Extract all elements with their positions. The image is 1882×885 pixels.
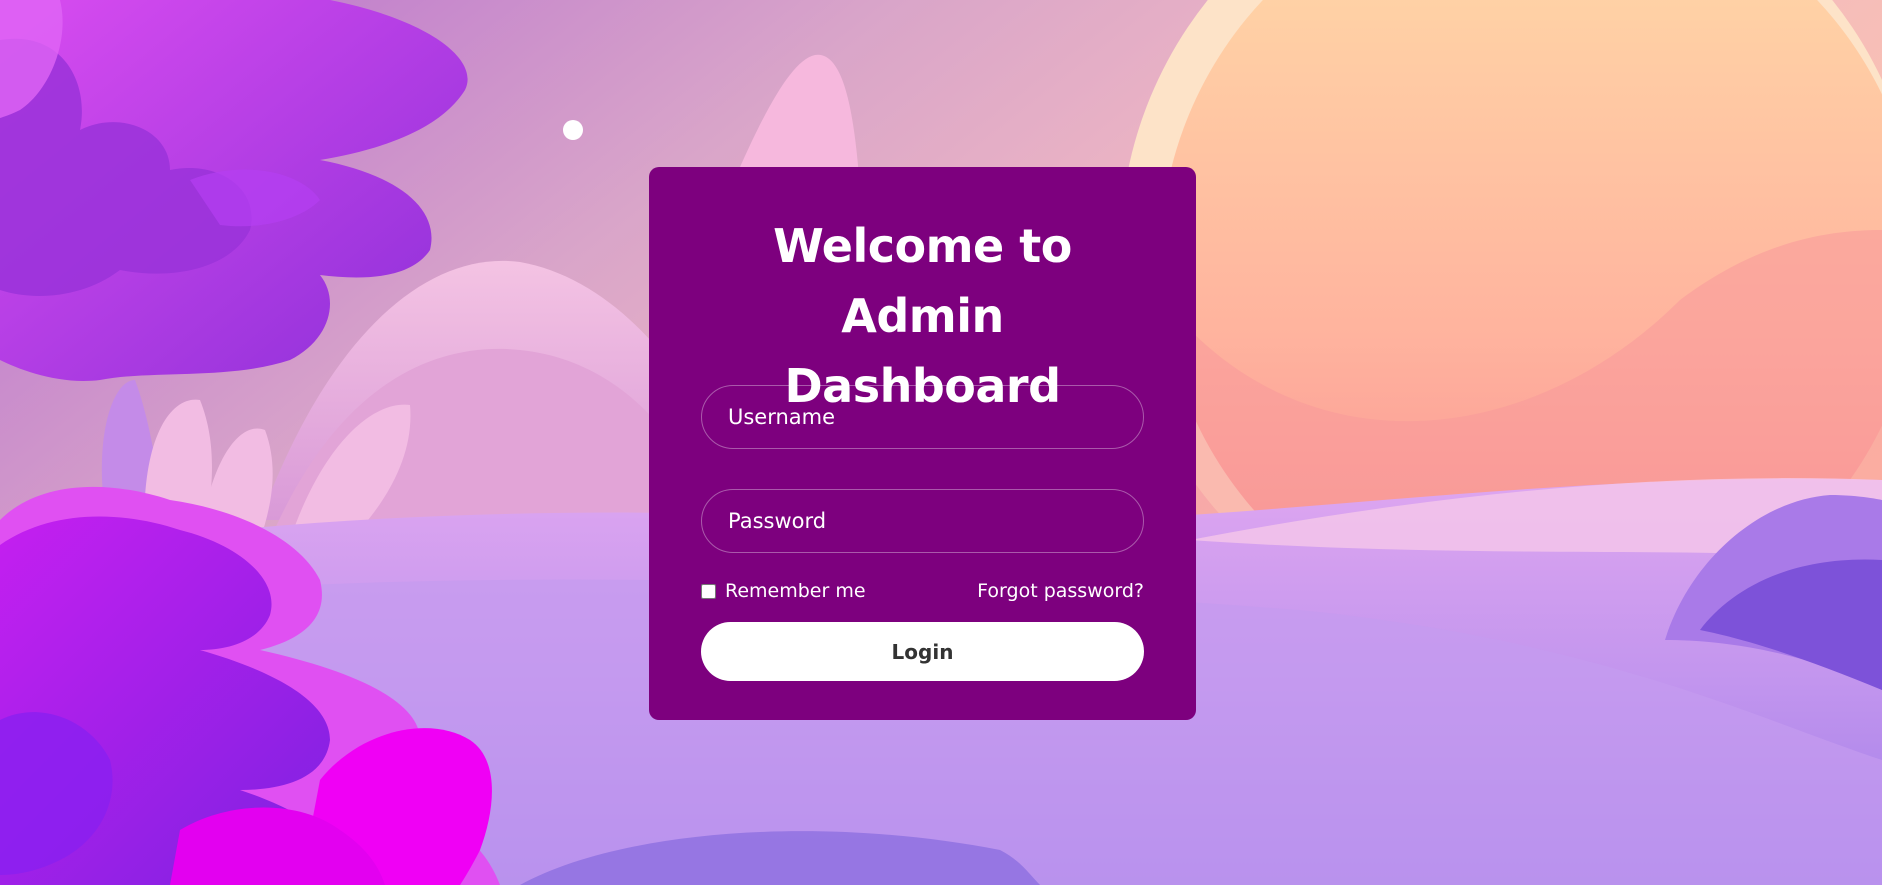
remember-me-label: Remember me [725, 580, 866, 602]
remember-me-checkbox[interactable] [701, 583, 716, 599]
login-title-line-1: Welcome to [773, 219, 1072, 273]
password-input[interactable] [701, 489, 1144, 553]
login-card: Welcome to Admin Dashboard Remember me F… [649, 167, 1196, 720]
username-input[interactable] [701, 385, 1144, 449]
login-options-row: Remember me Forgot password? [701, 577, 1144, 607]
forgot-password-link[interactable]: Forgot password? [977, 580, 1144, 602]
remember-me[interactable]: Remember me [701, 580, 866, 602]
login-button[interactable]: Login [701, 622, 1144, 681]
